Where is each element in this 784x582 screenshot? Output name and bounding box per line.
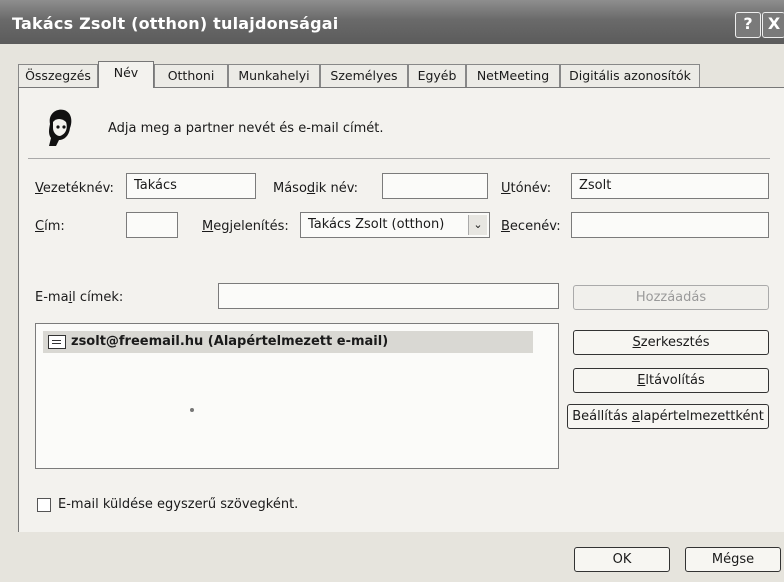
plain-text-label: E-mail küldése egyszerű szövegként. [58,497,299,512]
middlename-field[interactable] [382,173,488,199]
edit-email-button[interactable]: Szerkesztés [573,330,769,355]
email-input[interactable] [218,283,559,309]
window-title: Takács Zsolt (otthon) tulajdonságai [12,14,339,33]
mail-card-icon [48,335,66,349]
title-field[interactable] [126,212,178,238]
lastname-label: Vezetéknév: [35,181,114,196]
tab-netmeeting[interactable]: NetMeeting [466,64,560,87]
plain-text-checkbox[interactable] [37,498,51,512]
header-separator [28,158,770,159]
nickname-label: Becenév: [501,219,561,234]
display-combobox[interactable]: Takács Zsolt (otthon) ⌄ [300,212,490,238]
ok-button[interactable]: OK [574,547,670,572]
scanner-speck [190,408,194,412]
title-label: Cím: [35,219,65,234]
person-head-icon [49,109,72,146]
instructions-text: Adja meg a partner nevét és e-mail címét… [108,121,384,136]
set-default-button[interactable]: Beállítás alapértelmezettként [567,404,769,429]
close-button[interactable]: X [762,12,784,38]
nickname-field[interactable] [571,212,769,238]
email-list-item-text: zsolt@freemail.hu (Alapértelmezett e-mai… [71,334,389,349]
display-value: Takács Zsolt (otthon) [308,217,445,232]
firstname-label: Utónév: [501,181,552,196]
email-list[interactable]: zsolt@freemail.hu (Alapértelmezett e-mai… [35,323,559,469]
lastname-field[interactable]: Takács [126,173,256,199]
tab-otthoni[interactable]: Otthoni [154,64,228,87]
properties-window: Takács Zsolt (otthon) tulajdonságai ? X … [0,0,784,582]
cancel-button[interactable]: Mégse [685,547,781,572]
display-label: Megjelenítés: [202,219,289,234]
add-email-button[interactable]: Hozzáadás [573,285,769,310]
tab-egyeb[interactable]: Egyéb [408,64,466,87]
firstname-field[interactable]: Zsolt [571,173,769,199]
middlename-label: Második név: [273,181,359,196]
chevron-down-icon[interactable]: ⌄ [468,215,487,235]
help-button[interactable]: ? [735,12,761,38]
email-label: E-mail címek: [35,290,124,305]
remove-email-button[interactable]: Eltávolítás [573,368,769,393]
tab-osszegzes[interactable]: Összegzés [18,64,98,87]
tab-nev[interactable]: Név [98,61,154,88]
email-list-item[interactable]: zsolt@freemail.hu (Alapértelmezett e-mai… [43,331,533,353]
tab-szemelyes[interactable]: Személyes [320,64,408,87]
tab-munkahelyi[interactable]: Munkahelyi [228,64,320,87]
tab-digitalis-azonositok[interactable]: Digitális azonosítók [560,64,700,87]
title-bar[interactable]: Takács Zsolt (otthon) tulajdonságai ? X [0,0,784,44]
